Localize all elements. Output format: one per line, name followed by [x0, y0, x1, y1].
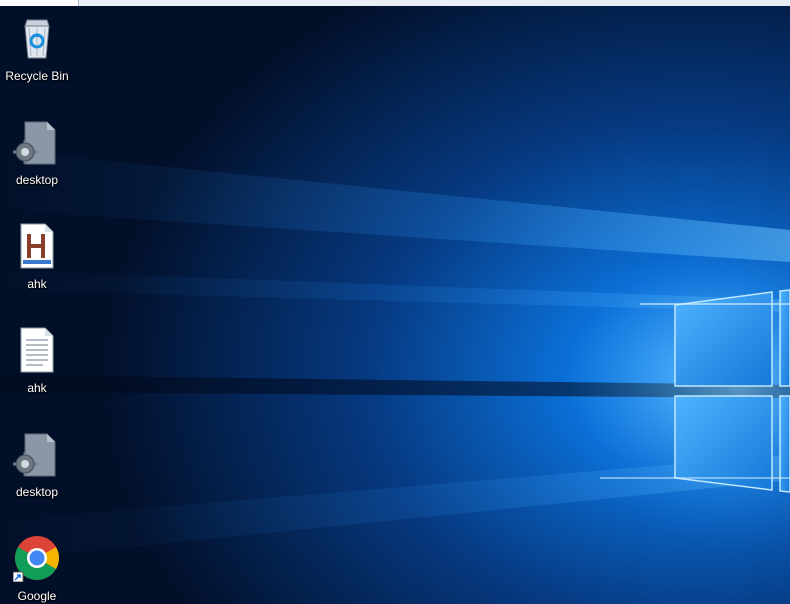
- recycle-bin-label: Recycle Bin: [5, 69, 69, 83]
- desktop-area[interactable]: Recycle Bin desktop ahk ahk desktop Goog…: [0, 0, 790, 604]
- desktop-label-1: desktop: [15, 173, 59, 187]
- desktop-icon-desktop-ini-1[interactable]: desktop: [0, 110, 74, 206]
- autohotkey-script-icon: [20, 223, 54, 269]
- top-strip-right: [78, 0, 790, 6]
- desktop-icon-desktop-ini-2[interactable]: desktop: [0, 422, 74, 518]
- desktop-icon-ahk-text[interactable]: ahk: [0, 318, 74, 414]
- chrome-icon: [13, 536, 59, 582]
- recycle-bin-icon: [24, 19, 50, 59]
- wallpaper: [0, 0, 790, 604]
- desktop-icon-ahk-script[interactable]: ahk: [0, 214, 74, 310]
- desktop-icon-recycle-bin[interactable]: Recycle Bin: [0, 6, 74, 102]
- ahk-label-2: ahk: [27, 381, 47, 395]
- desktop-icon-google-chrome[interactable]: Google Chrome: [0, 526, 74, 604]
- settings-file-icon: [13, 121, 56, 165]
- ahk-label-1: ahk: [27, 277, 47, 291]
- settings-file-icon: [13, 433, 56, 477]
- google-chrome-label: Google Chrome: [17, 589, 57, 603]
- desktop-label-2: desktop: [15, 485, 59, 499]
- text-file-icon: [20, 327, 54, 373]
- top-window-edge: [0, 0, 790, 6]
